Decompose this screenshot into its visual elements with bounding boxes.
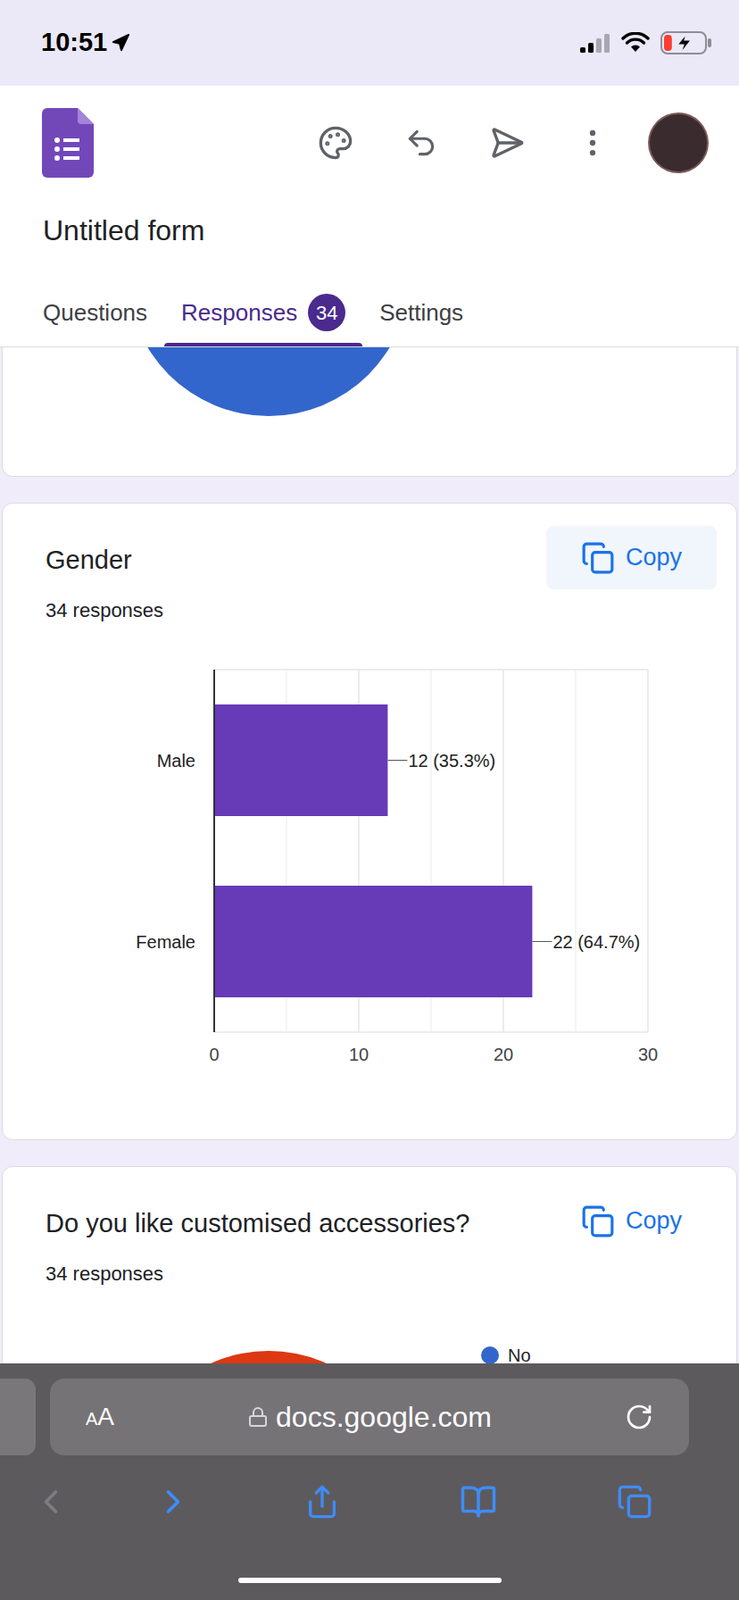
response-count: 34 responses [45,1262,470,1286]
value-label: 12 (35.3%) [407,750,496,771]
tab-label: Responses [181,295,298,331]
tab-indicator [164,342,363,347]
home-indicator [238,1577,502,1583]
tab[interactable]: Settings [362,282,481,347]
address-bar[interactable]: AA docs.google.com [49,1378,690,1455]
tab-badge: 34 [307,293,346,332]
screen: 10:51 Untitled form Questions Responses34 Se… [0,0,739,1600]
forms-logo-icon[interactable] [41,107,94,178]
category-label: Male [157,750,196,771]
wifi-icon [621,32,650,54]
copy-button[interactable]: Copy [546,1188,717,1253]
tab-label: Settings [379,295,464,331]
browser-toolbar: AA docs.google.com [0,1362,739,1600]
bar-chart: Male 12 (35.3%) Female 22 (64.7%) 0 10 20 30 [2,651,739,1072]
location-icon [110,33,131,53]
avatar[interactable] [649,114,707,172]
card-header: Do you like customised accessories? 34 re… [2,1166,737,1286]
text-size-button[interactable]: AA [85,1397,115,1436]
tab[interactable]: Responses34 [164,282,363,347]
tab-indicator [362,342,481,347]
question-title: Do you like customised accessories? [45,1206,470,1239]
bar-group: Male 12 (35.3%) [157,704,497,816]
bar [214,704,388,816]
copy-button[interactable]: Copy [546,525,717,590]
response-count: 34 responses [45,598,164,623]
reload-icon[interactable] [624,1402,654,1431]
tick-label: 0 [208,1044,219,1064]
clock: 10:51 [41,23,108,63]
legend-dot [481,1345,499,1364]
form-title[interactable]: Untitled form [0,199,739,249]
forward-icon[interactable] [153,1481,193,1521]
previous-tab-edge[interactable] [0,1378,36,1455]
value-label: 22 (64.7%) [552,931,640,952]
bookmarks-icon[interactable] [459,1482,498,1520]
bar [214,885,532,997]
copy-label: Copy [625,539,682,576]
tab-bar: Questions Responses34 Settings [0,282,739,347]
tick-label: 30 [638,1044,658,1064]
tab-indicator [25,342,165,347]
tabs-icon[interactable] [616,1483,653,1520]
url: docs.google.com [275,1394,492,1438]
copy-icon [581,1203,615,1238]
gender-card: Gender 34 responses Copy Male 12 (35.3%) Fema… [1,502,738,1140]
back-icon[interactable] [31,1481,71,1521]
tab[interactable]: Questions [25,282,165,347]
more-icon[interactable] [575,125,610,160]
copy-icon [581,540,615,575]
tick-label: 20 [493,1044,514,1064]
card-header: Gender 34 responses Copy [2,503,737,623]
status-bar: 10:51 [0,0,739,86]
lock-icon [247,1405,269,1428]
question-title: Gender [45,543,164,576]
signal-icon [580,33,611,53]
pie-chart [2,347,738,428]
previous-card [1,347,738,477]
undo-icon[interactable] [404,125,439,160]
app-header: Untitled form Questions Responses34 Setting… [0,85,739,348]
tab-label: Questions [42,295,148,331]
copy-label: Copy [625,1202,682,1239]
share-icon[interactable] [304,1483,341,1520]
bar-group: Female 22 (64.7%) [135,885,640,997]
category-label: Female [135,931,196,952]
palette-icon[interactable] [317,124,354,161]
send-icon[interactable] [489,124,525,161]
tick-label: 10 [348,1044,369,1064]
battery-icon [660,31,713,55]
